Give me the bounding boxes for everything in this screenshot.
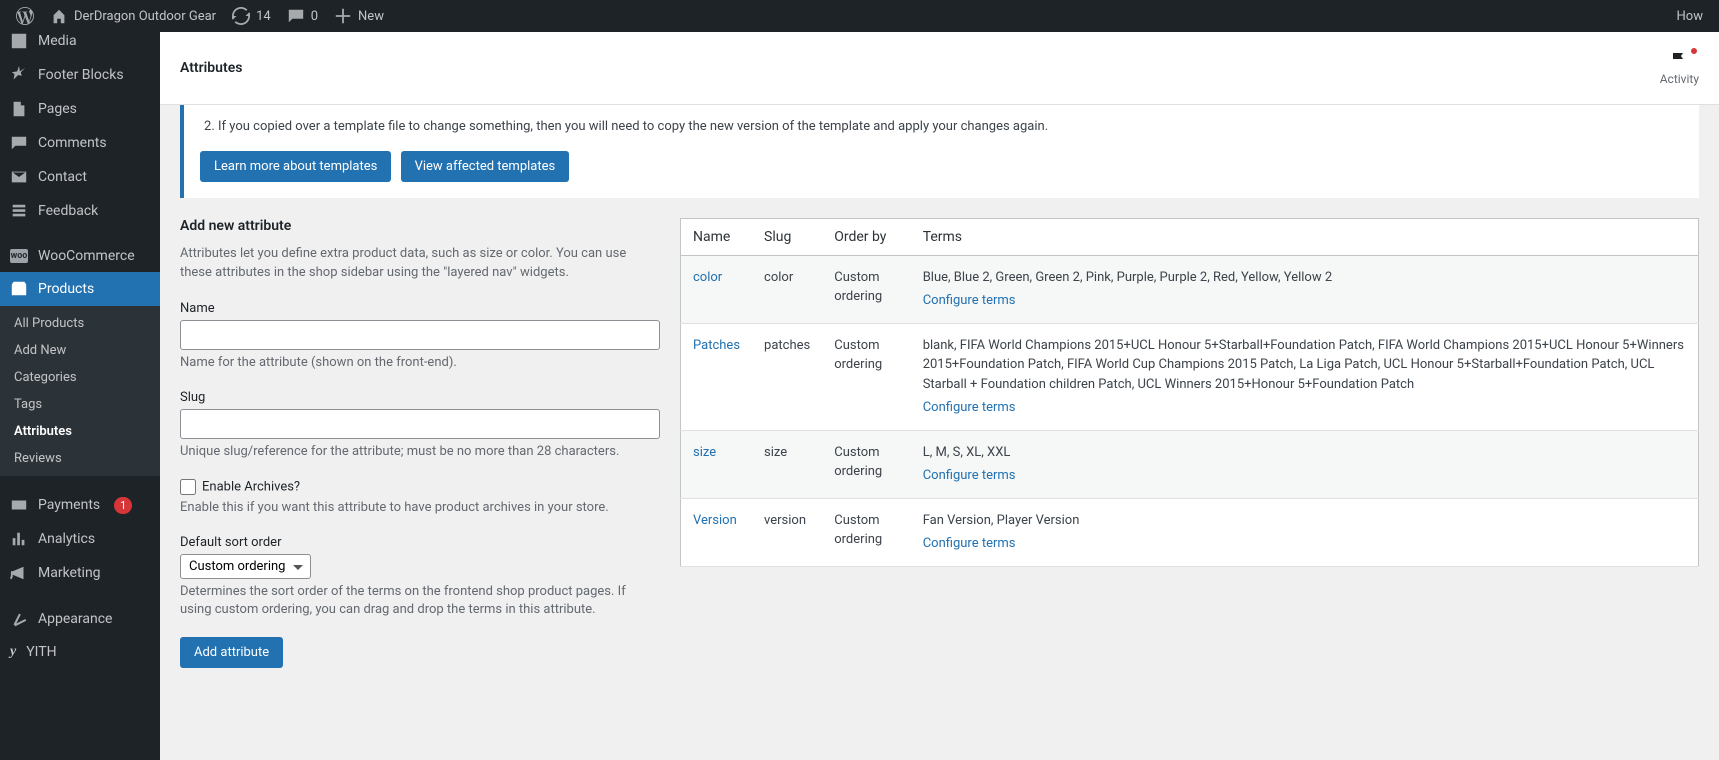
woo-icon: woo [10,249,28,263]
th-slug[interactable]: Slug [752,218,822,255]
name-label: Name [180,301,660,316]
sidebar-item-pages[interactable]: Pages [0,92,160,126]
sidebar-item-comments[interactable]: Comments [0,126,160,160]
sort-select[interactable]: Custom ordering [180,554,311,579]
page-title: Attributes [180,60,242,76]
configure-terms-link[interactable]: Configure terms [923,291,1686,311]
sub-attributes[interactable]: Attributes [0,418,160,445]
attr-terms: blank, FIFA World Champions 2015+UCL Hon… [923,338,1684,392]
table-row: sizesizeCustom orderingL, M, S, XL, XXLC… [681,430,1699,498]
attr-slug: patches [752,323,822,430]
sort-label: Default sort order [180,535,660,550]
attr-name-link[interactable]: Patches [693,338,740,353]
attr-name-link[interactable]: Version [693,513,737,528]
view-affected-button[interactable]: View affected templates [401,151,570,182]
attr-slug: size [752,430,822,498]
sidebar-item-media[interactable]: Media [0,32,160,58]
sidebar-item-payments[interactable]: Payments1 [0,488,160,522]
comments-link[interactable]: 0 [279,0,326,32]
yith-icon: y [10,644,16,660]
configure-terms-link[interactable]: Configure terms [923,398,1686,418]
slug-label: Slug [180,390,660,405]
attr-name-link[interactable]: color [693,270,722,285]
activity-button[interactable]: Activity [1660,50,1699,86]
updates-link[interactable]: 14 [224,0,279,32]
sub-all-products[interactable]: All Products [0,310,160,337]
products-submenu: All Products Add New Categories Tags Att… [0,306,160,476]
template-notice: If you copied over a template file to ch… [180,105,1699,198]
sub-add-new[interactable]: Add New [0,337,160,364]
sub-categories[interactable]: Categories [0,364,160,391]
attr-order: Custom ordering [822,255,910,323]
sidebar-item-marketing[interactable]: Marketing [0,556,160,590]
attributes-table: Name Slug Order by Terms colorcolorCusto… [680,218,1699,567]
new-link[interactable]: New [326,0,392,32]
sidebar-item-yith[interactable]: yYITH [0,636,160,668]
sidebar-item-woocommerce[interactable]: wooWooCommerce [0,240,160,272]
form-intro: Attributes let you define extra product … [180,244,660,283]
wp-logo[interactable] [8,0,42,32]
site-name-link[interactable]: DerDragon Outdoor Gear [42,0,224,32]
payments-badge: 1 [114,497,132,514]
configure-terms-link[interactable]: Configure terms [923,534,1686,554]
th-order[interactable]: Order by [822,218,910,255]
attr-order: Custom ordering [822,323,910,430]
archives-help: Enable this if you want this attribute t… [180,499,660,517]
sort-help: Determines the sort order of the terms o… [180,583,660,619]
notice-item-2: If you copied over a template file to ch… [218,117,1683,137]
table-row: Version versionCustom ordering Fan Version… [681,498,1699,566]
updates-count: 14 [256,9,271,24]
table-row: colorcolorCustom orderingBlue, Blue 2, G… [681,255,1699,323]
flag-icon [1669,50,1689,70]
attr-slug: version [752,498,822,566]
sub-tags[interactable]: Tags [0,391,160,418]
new-label: New [358,9,384,24]
comments-count: 0 [311,9,318,24]
archives-checkbox[interactable] [180,479,196,495]
attr-terms: Fan Version, Player Version [923,513,1080,528]
attr-terms: L, M, S, XL, XXL [923,445,1011,460]
configure-terms-link[interactable]: Configure terms [923,466,1686,486]
howdy[interactable]: How [1669,0,1711,32]
form-heading: Add new attribute [180,218,660,234]
learn-more-button[interactable]: Learn more about templates [200,151,391,182]
attr-order: Custom ordering [822,430,910,498]
attr-name-link[interactable]: size [693,445,716,460]
attr-slug: color [752,255,822,323]
site-name: DerDragon Outdoor Gear [74,9,216,24]
name-input[interactable] [180,320,660,350]
th-name[interactable]: Name [681,218,753,255]
slug-help: Unique slug/reference for the attribute;… [180,443,660,461]
attr-order: Custom ordering [822,498,910,566]
sub-reviews[interactable]: Reviews [0,445,160,472]
attr-terms: Blue, Blue 2, Green, Green 2, Pink, Purp… [923,270,1332,285]
slug-input[interactable] [180,409,660,439]
sidebar-item-contact[interactable]: Contact [0,160,160,194]
sidebar-item-footer-blocks[interactable]: Footer Blocks [0,58,160,92]
archives-checkbox-label[interactable]: Enable Archives? [180,479,660,495]
sidebar-item-products[interactable]: Products [0,272,160,306]
add-attribute-button[interactable]: Add attribute [180,637,283,668]
th-terms[interactable]: Terms [911,218,1699,255]
sidebar-item-appearance[interactable]: Appearance [0,602,160,636]
table-row: Patches patchesCustom orderingblank, FIFA… [681,323,1699,430]
name-help: Name for the attribute (shown on the fro… [180,354,660,372]
sidebar-item-analytics[interactable]: Analytics [0,522,160,556]
sidebar-item-feedback[interactable]: Feedback [0,194,160,228]
